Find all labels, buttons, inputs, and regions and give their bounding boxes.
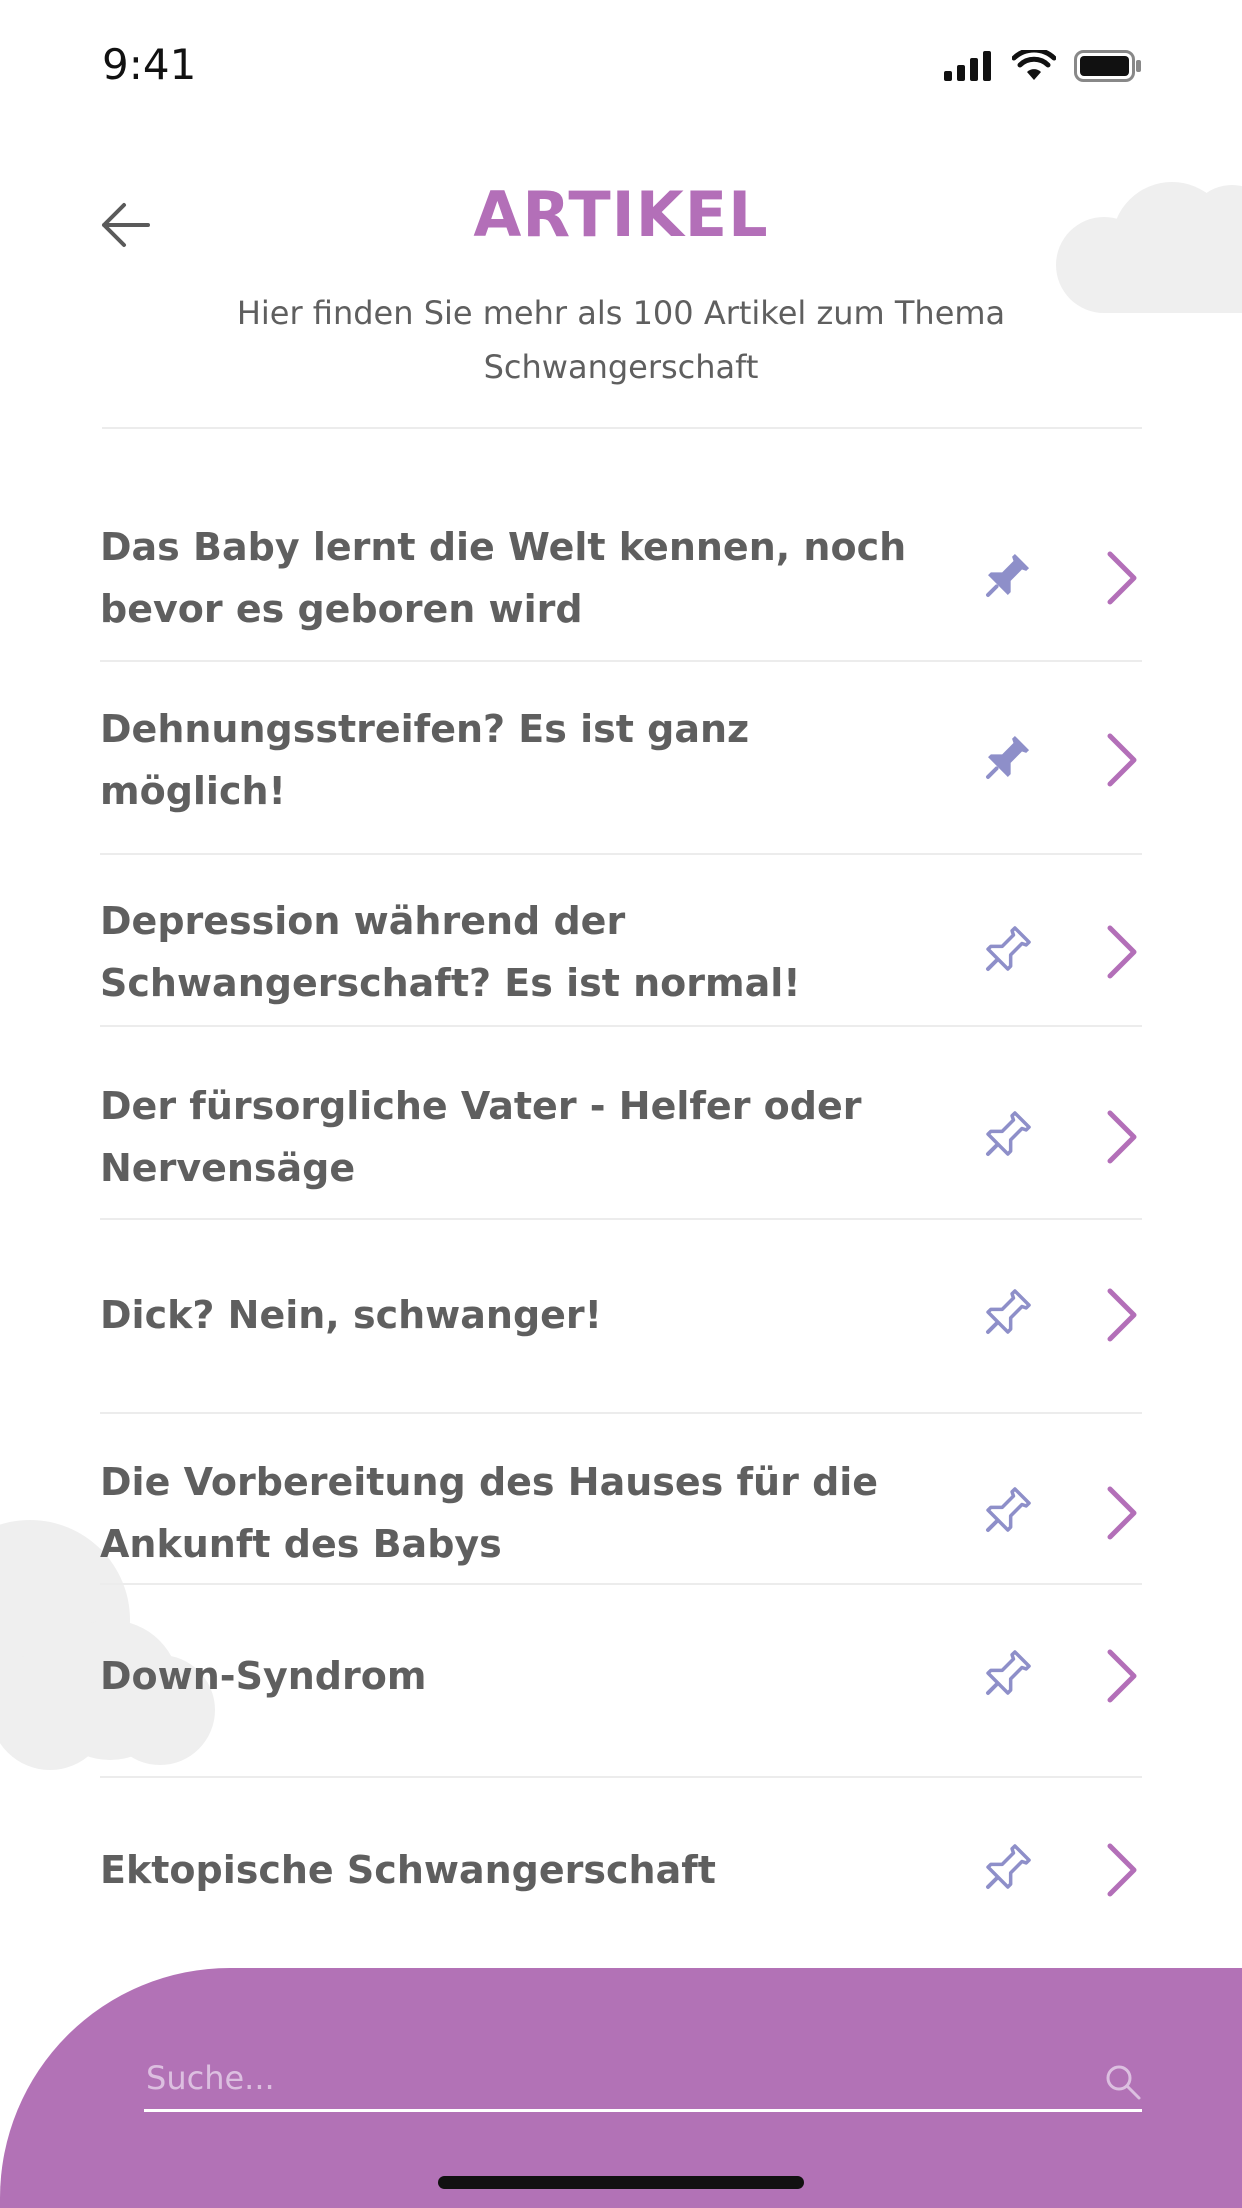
chevron-right-icon[interactable] [1102,1107,1142,1167]
row-divider [100,1218,1142,1220]
page-title: ARTIKEL [473,178,769,251]
article-title: Das Baby lernt die Welt kennen, noch bev… [100,525,907,631]
pin-filled-icon[interactable] [970,725,1040,795]
chevron-right-icon[interactable] [1102,730,1142,790]
row-divider [100,1583,1142,1585]
article-title: Dehnungsstreifen? Es ist ganz möglich! [100,707,750,813]
status-icons [944,50,1142,82]
status-bar: 9:41 [0,0,1242,130]
article-title: Der fürsorgliche Vater - Helfer oder Ner… [100,1084,862,1190]
subtitle-line-1: Hier finden Sie mehr als 100 Artikel zum… [236,294,1006,332]
pin-outline-icon[interactable] [970,1102,1040,1172]
row-divider [100,660,1142,662]
row-divider [100,1412,1142,1414]
chevron-right-icon[interactable] [1102,1483,1142,1543]
subtitle-line-2: Schwangerschaft [483,348,759,386]
article-title: Dick? Nein, schwanger! [100,1293,602,1337]
article-title: Ektopische Schwangerschaft [100,1848,716,1892]
row-divider [100,853,1142,855]
row-divider [100,1776,1142,1778]
article-title: Down-Syndrom [100,1654,427,1698]
article-row[interactable]: Dehnungsstreifen? Es ist ganz möglich! [100,690,1142,830]
chevron-right-icon[interactable] [1102,1285,1142,1345]
pin-outline-icon[interactable] [970,1835,1040,1905]
pin-outline-icon[interactable] [970,1641,1040,1711]
article-row[interactable]: Der fürsorgliche Vater - Helfer oder Ner… [100,1067,1142,1207]
chevron-right-icon[interactable] [1102,1840,1142,1900]
article-row[interactable]: Das Baby lernt die Welt kennen, noch bev… [100,508,1142,648]
article-row[interactable]: Die Vorbereitung des Hauses für die Anku… [100,1443,1142,1583]
article-title: Depression während der Schwangerschaft? … [100,899,801,1005]
article-row[interactable]: Down-Syndrom [100,1606,1142,1746]
search-underline [144,2109,1142,2112]
pin-outline-icon[interactable] [970,1478,1040,1548]
status-time: 9:41 [102,40,197,89]
chevron-right-icon[interactable] [1102,548,1142,608]
article-row[interactable]: Depression während der Schwangerschaft? … [100,882,1142,1022]
chevron-right-icon[interactable] [1102,1646,1142,1706]
signal-icon [944,51,991,81]
battery-icon [1074,50,1141,82]
header-divider [102,427,1142,429]
page-subtitle: Hier finden Sie mehr als 100 Artikel zum… [200,286,1042,394]
search-icon[interactable] [1104,2063,1142,2101]
row-divider [100,1025,1142,1027]
pin-outline-icon[interactable] [970,1280,1040,1350]
article-title: Die Vorbereitung des Hauses für die Anku… [100,1460,879,1566]
chevron-right-icon[interactable] [1102,922,1142,982]
home-indicator [438,2176,804,2189]
pin-outline-icon[interactable] [970,917,1040,987]
article-row[interactable]: Dick? Nein, schwanger! [100,1245,1142,1385]
wifi-icon [1012,50,1056,80]
pin-filled-icon[interactable] [970,543,1040,613]
article-row[interactable]: Ektopische Schwangerschaft [100,1800,1142,1940]
search-input[interactable] [144,2052,1108,2104]
